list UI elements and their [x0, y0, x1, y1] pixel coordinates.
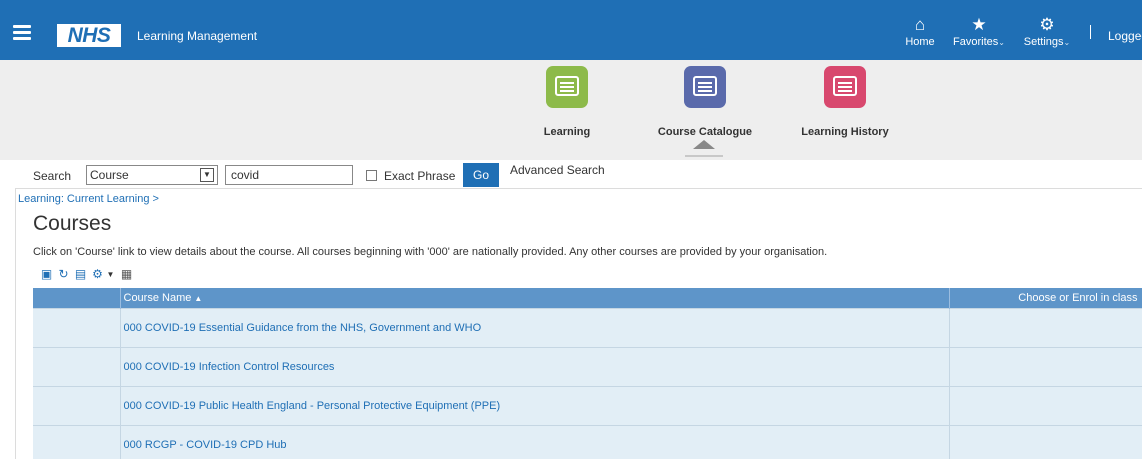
- search-scope-value: Course: [90, 168, 129, 182]
- table-header-row: Course Name ▲ Choose or Enrol in class: [33, 288, 1142, 308]
- course-name-cell: 000 COVID-19 Essential Guidance from the…: [120, 307, 950, 347]
- top-header: NHS Learning Management ⌂ Home ★ Favorit…: [0, 0, 1142, 60]
- nhs-logo: NHS: [57, 24, 121, 47]
- course-link[interactable]: 000 COVID-19 Infection Control Resources: [124, 361, 335, 373]
- catalogue-icon: [684, 66, 726, 108]
- collapse-caret-icon[interactable]: [693, 140, 715, 149]
- breadcrumb[interactable]: Learning: Current Learning >: [18, 193, 159, 205]
- settings-button[interactable]: ⚙ Settings⌄: [1018, 15, 1076, 49]
- course-name-header[interactable]: Course Name ▲: [120, 288, 950, 308]
- detach-icon[interactable]: ▣: [40, 268, 53, 281]
- sort-ascending-icon: ▲: [194, 293, 203, 303]
- favorites-label: Favorites: [953, 36, 999, 48]
- exact-phrase-checkbox[interactable]: [366, 170, 377, 181]
- divider: [685, 155, 723, 157]
- row-select-cell: [33, 346, 121, 386]
- chevron-down-icon: ⌄: [998, 38, 1005, 47]
- gear-icon[interactable]: ⚙: [91, 268, 104, 281]
- course-name-cell: 000 COVID-19 Infection Control Resources: [120, 346, 950, 386]
- search-label: Search: [33, 169, 72, 183]
- tile-label: Learning History: [801, 126, 889, 138]
- courses-table: Course Name ▲ Choose or Enrol in class 00…: [33, 288, 1142, 459]
- tile-label: Learning: [543, 126, 591, 138]
- columns-icon[interactable]: ▦: [120, 268, 133, 281]
- course-name-header-label: Course Name: [123, 291, 192, 304]
- enrol-cell: [949, 424, 1142, 459]
- enrol-cell: [949, 385, 1142, 425]
- search-bar: Search Course ▼ Exact Phrase Go Advanced…: [0, 160, 1142, 188]
- menu-icon[interactable]: [13, 25, 31, 40]
- select-column-header: [33, 288, 121, 308]
- advanced-search-link[interactable]: Advanced Search: [510, 163, 605, 177]
- home-label: Home: [905, 36, 935, 48]
- choose-enrol-header: Choose or Enrol in class: [949, 288, 1142, 308]
- chevron-down-icon[interactable]: ▼: [104, 268, 117, 281]
- course-link[interactable]: 000 COVID-19 Public Health England - Per…: [124, 400, 501, 412]
- course-name-cell: 000 COVID-19 Public Health England - Per…: [120, 385, 950, 425]
- chevron-down-icon: ▼: [200, 168, 214, 182]
- page-title: Courses: [33, 212, 112, 235]
- table-row: 000 COVID-19 Public Health England - Per…: [33, 385, 1142, 425]
- course-name-cell: 000 RCGP - COVID-19 CPD Hub: [120, 424, 950, 459]
- exact-phrase-label: Exact Phrase: [384, 169, 456, 183]
- table-row: 000 RCGP - COVID-19 CPD Hub: [33, 424, 1142, 459]
- instructions-text: Click on 'Course' link to view details a…: [33, 246, 828, 258]
- refresh-icon[interactable]: ↻: [57, 268, 70, 281]
- home-icon: ⌂: [914, 15, 926, 34]
- home-button[interactable]: ⌂ Home: [902, 15, 938, 49]
- go-button[interactable]: Go: [463, 163, 499, 187]
- tile-learning-history[interactable]: Learning History: [798, 66, 892, 138]
- tile-learning[interactable]: Learning: [542, 66, 592, 138]
- row-select-cell: [33, 307, 121, 347]
- export-icon[interactable]: ▤: [74, 268, 87, 281]
- chevron-down-icon: ⌄: [1063, 38, 1071, 47]
- settings-label: Settings: [1023, 36, 1064, 48]
- search-scope-select[interactable]: Course ▼: [86, 165, 218, 185]
- logged-in-status: Logged: [1108, 29, 1142, 43]
- enrol-cell: [949, 307, 1142, 347]
- star-icon: ★: [971, 15, 987, 34]
- enrol-cell: [949, 346, 1142, 386]
- tile-label: Course Catalogue: [657, 126, 753, 138]
- history-icon: [824, 66, 866, 108]
- table-row: 000 COVID-19 Infection Control Resources: [33, 346, 1142, 386]
- learning-icon: [546, 66, 588, 108]
- table-row: 000 COVID-19 Essential Guidance from the…: [33, 307, 1142, 347]
- header-divider: [1090, 25, 1091, 39]
- row-select-cell: [33, 424, 121, 459]
- app-title: Learning Management: [137, 29, 258, 43]
- gear-icon: ⚙: [1039, 15, 1055, 34]
- search-input[interactable]: [225, 165, 353, 185]
- row-select-cell: [33, 385, 121, 425]
- course-link[interactable]: 000 RCGP - COVID-19 CPD Hub: [124, 439, 287, 451]
- springboard: Learning Course Catalogue Learning Histo…: [0, 60, 1142, 160]
- tile-course-catalogue[interactable]: Course Catalogue: [655, 66, 755, 138]
- favorites-button[interactable]: ★ Favorites⌄: [950, 15, 1008, 49]
- course-link[interactable]: 000 COVID-19 Essential Guidance from the…: [124, 322, 482, 334]
